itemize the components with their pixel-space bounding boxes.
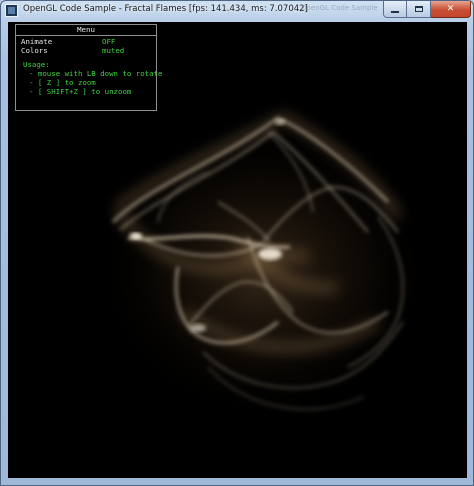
- render-viewport[interactable]: Menu Animate OFF Colors muted Usage: - m…: [8, 22, 467, 478]
- app-window: OpenGL Code Sample - Fractal Flames [fps…: [0, 0, 474, 486]
- minimize-button[interactable]: [383, 1, 407, 18]
- title-bar[interactable]: OpenGL Code Sample - Fractal Flames [fps…: [1, 1, 474, 21]
- menu-item-colors[interactable]: Colors muted: [16, 46, 156, 55]
- usage-title: Usage:: [23, 60, 50, 69]
- flame-haze: [93, 122, 433, 422]
- usage-line: - [ Z ] to zoom: [29, 78, 96, 87]
- animate-value[interactable]: OFF: [102, 37, 115, 46]
- menu-title: Menu: [16, 25, 156, 36]
- usage-line: - [ SHIFT+Z ] to unzoom: [29, 87, 132, 96]
- usage-line: - mouse with LB down to rotate: [29, 69, 163, 78]
- maximize-button[interactable]: [407, 1, 431, 18]
- menu-item-animate[interactable]: Animate OFF: [16, 37, 156, 46]
- minimize-icon: [391, 11, 399, 13]
- window-controls: ✕: [383, 1, 471, 18]
- menu-item-label: Colors: [21, 46, 48, 55]
- close-button[interactable]: ✕: [431, 1, 471, 18]
- opengl-app-icon[interactable]: [5, 4, 18, 17]
- usage-help: Usage: - mouse with LB down to rotate - …: [16, 60, 163, 96]
- settings-menu[interactable]: Menu Animate OFF Colors muted Usage: - m…: [15, 24, 163, 111]
- maximize-icon: [414, 6, 423, 12]
- window-title: OpenGL Code Sample - Fractal Flames [fps…: [23, 4, 308, 14]
- menu-item-label: Animate: [21, 37, 53, 46]
- close-icon: ✕: [446, 4, 455, 14]
- colors-value[interactable]: muted: [102, 46, 124, 55]
